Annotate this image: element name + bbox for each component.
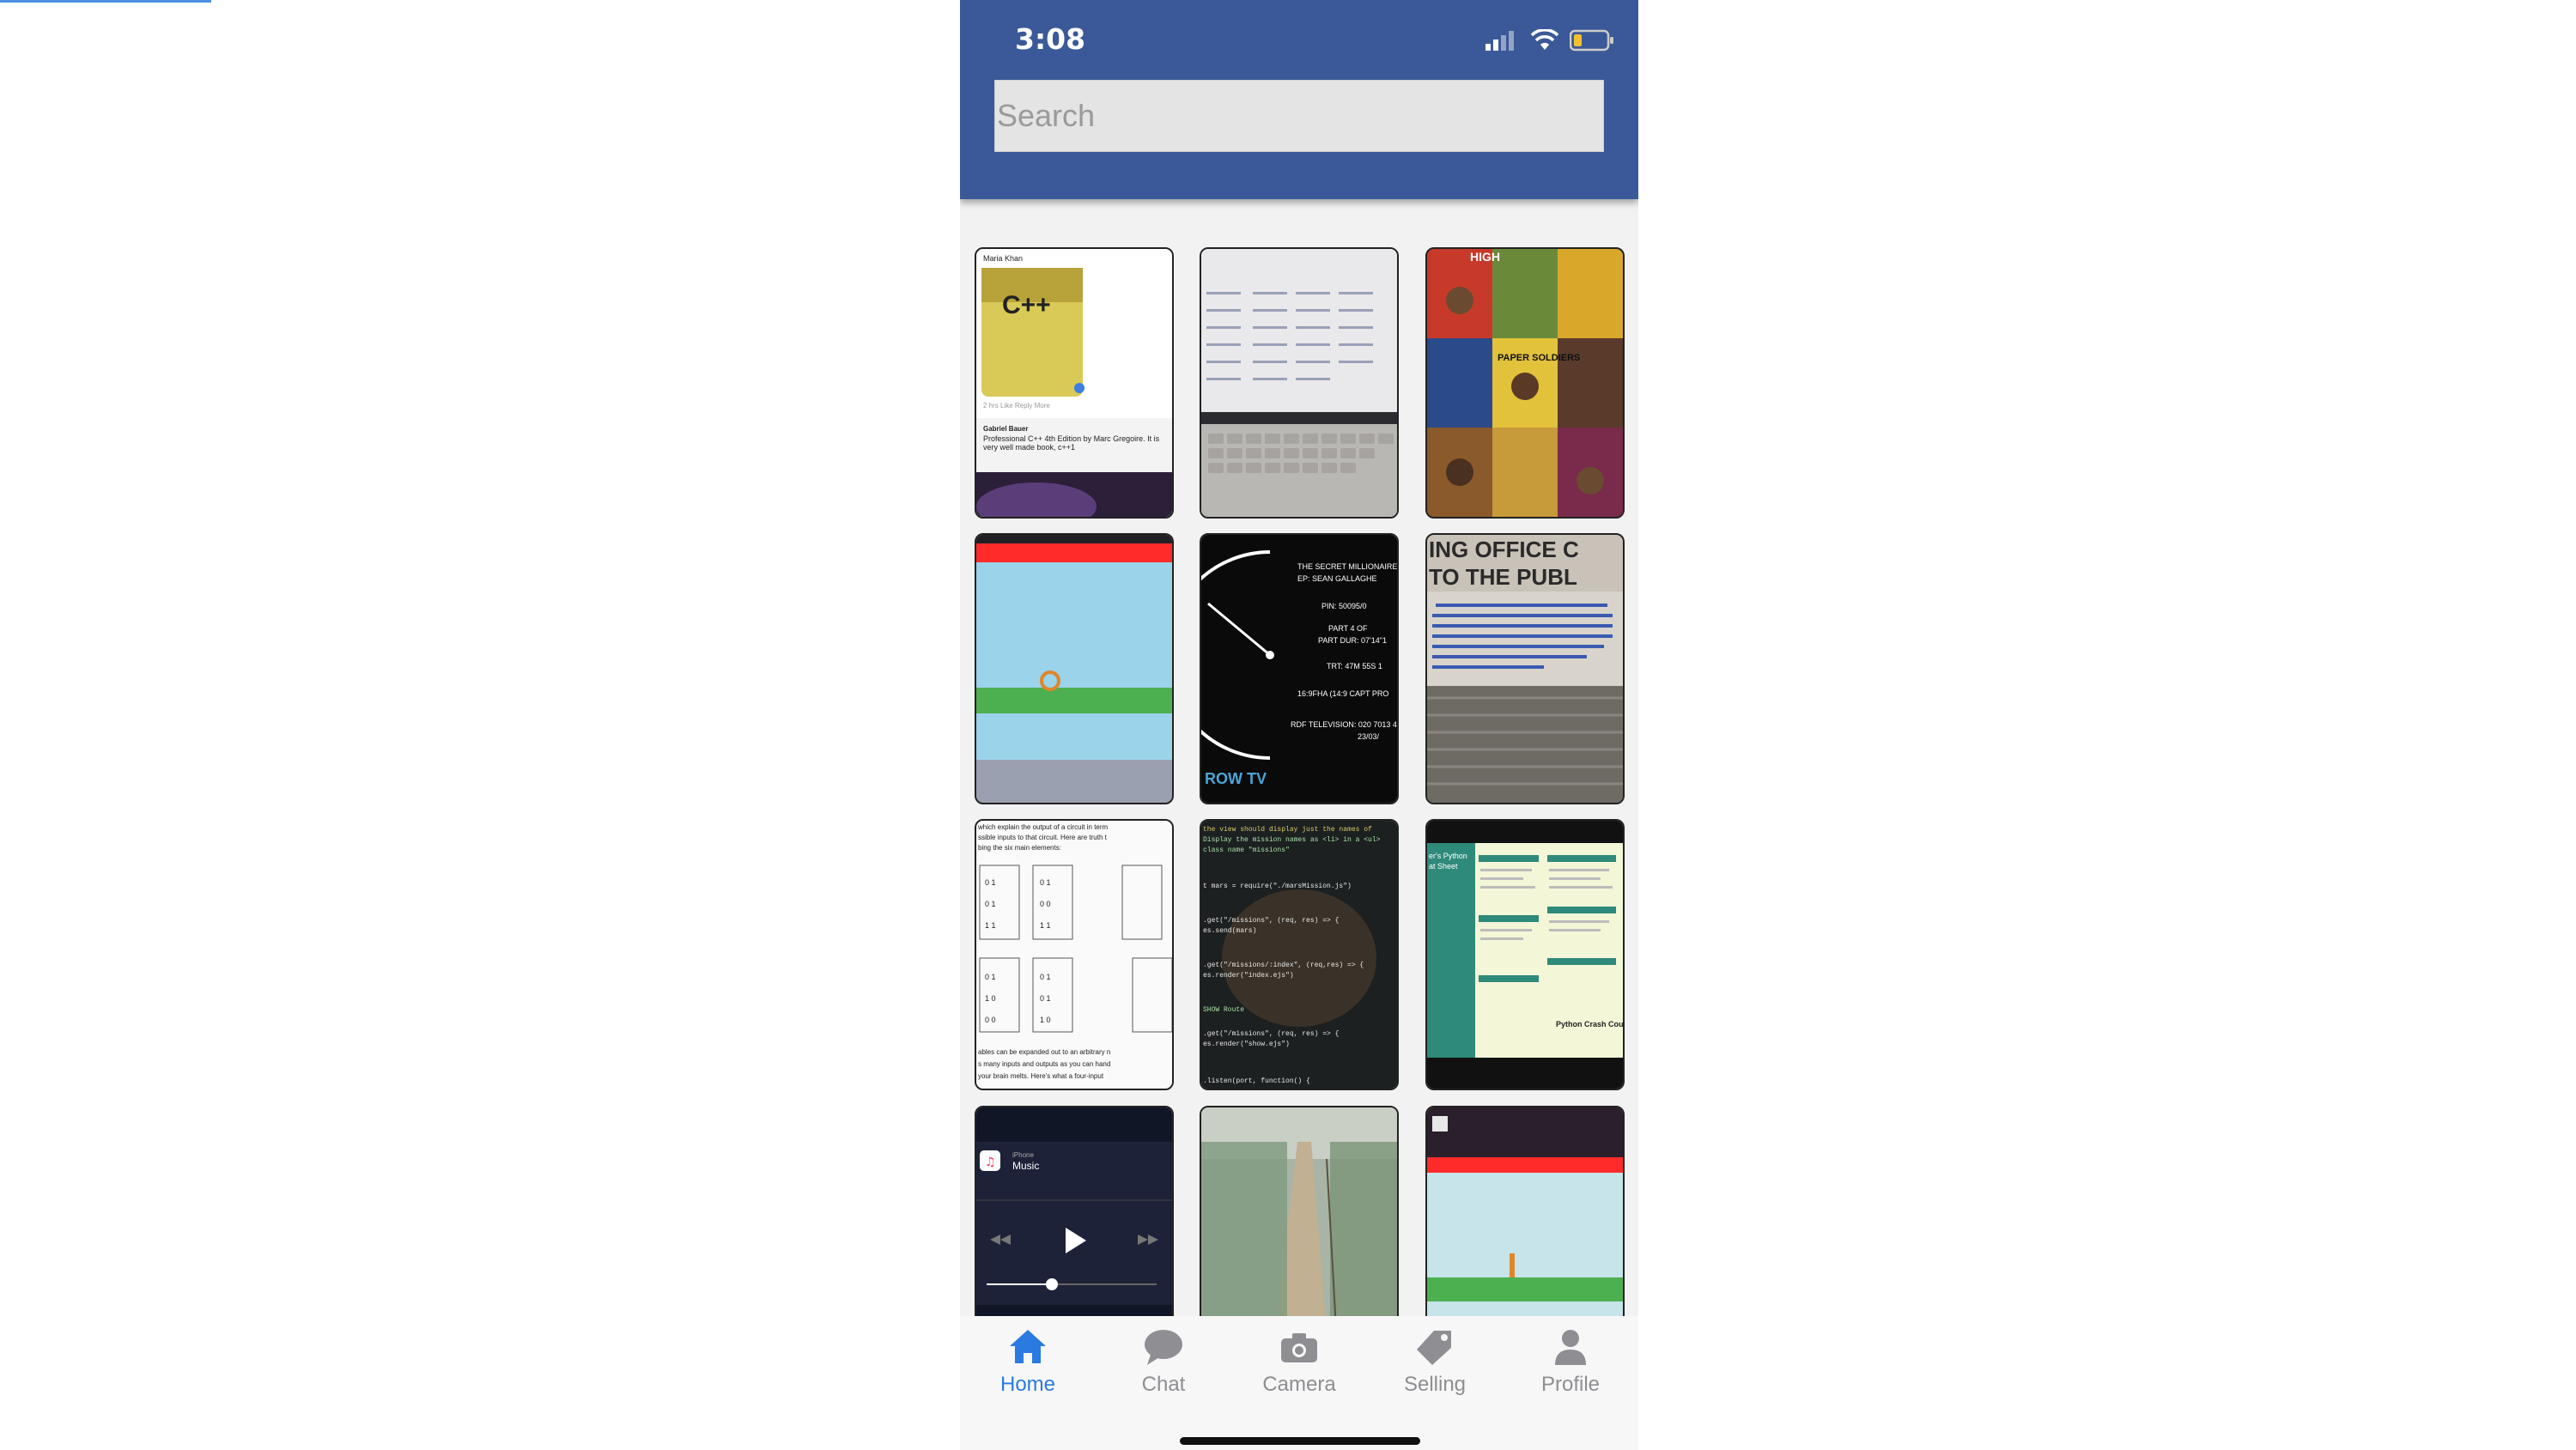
code-line-7: .get("/missions/:index", (req,res) => {: [1203, 962, 1364, 969]
code-line-5: .get("/missions", (req, res) => {: [1203, 917, 1340, 925]
code-line-9: SHOW Route: [1203, 1006, 1244, 1014]
home-indicator[interactable]: [1180, 1437, 1420, 1445]
svg-text:0 1: 0 1: [985, 900, 996, 908]
code-line-11: es.render("show.ejs"): [1203, 1040, 1290, 1048]
code-line-4: t mars = require("./marsMission.js"): [1203, 883, 1352, 890]
svg-text:0 1: 0 1: [1040, 973, 1051, 981]
tab-label: Selling: [1403, 1373, 1467, 1396]
photo-thumbnail[interactable]: [1200, 1106, 1399, 1316]
battery-icon: [1570, 29, 1613, 52]
svg-text:0 1: 0 1: [985, 973, 996, 981]
tables-text-4: ables can be expanded out to an arbitrar…: [978, 1048, 1110, 1056]
photo-thumbnail[interactable]: [1425, 1106, 1625, 1316]
tables-text-3: bing the six main elements:: [978, 844, 1061, 852]
code-line-8: es.render("index.ejs"): [1203, 972, 1294, 980]
svg-text:0 1: 0 1: [1040, 994, 1051, 1003]
comment-author: Gabriel Bauer: [983, 425, 1028, 433]
chat-icon: [1145, 1330, 1182, 1365]
leader-line-7: 16:9FHA (14:9 CAPT PRO: [1297, 689, 1388, 698]
wifi-icon: [1530, 29, 1559, 50]
svg-text:1 0: 1 0: [1040, 1016, 1051, 1024]
camera-icon: [1281, 1333, 1317, 1362]
code-line-2: Display the mission names as <li> in a <…: [1203, 836, 1381, 844]
tab-label: Chat: [1141, 1373, 1186, 1396]
code-line-6: es.send(mars): [1203, 927, 1256, 935]
music-title: Music: [1012, 1160, 1039, 1172]
cellular-signal-icon: [1485, 31, 1514, 51]
tables-text-1: which explain the output of a circuit in…: [977, 823, 1109, 831]
photo-thumbnail[interactable]: er's Python at Sheet Python Crash Cou: [1425, 819, 1625, 1090]
tables-text-2: ssible inputs to that circuit. Here are …: [978, 834, 1108, 841]
svg-text:1 0: 1 0: [985, 994, 996, 1003]
leader-line-3: PIN: 50095/0: [1321, 602, 1367, 610]
code-line-12: .listen(port, function() {: [1203, 1077, 1310, 1085]
svg-text:♫: ♫: [985, 1156, 996, 1169]
search-input[interactable]: [995, 81, 1605, 151]
photo-thumbnail[interactable]: [975, 533, 1174, 804]
tab-label: Home: [999, 1373, 1056, 1396]
svg-text:0 1: 0 1: [985, 878, 996, 887]
tab-selling[interactable]: Selling: [1367, 1325, 1503, 1402]
photo-grid: Maria Khan C++ 2 hrs Like Reply More Gab…: [960, 247, 1638, 1316]
phone-screen: 3:08 Search Maria Khan C++ 2 hrs Like Re…: [960, 0, 1638, 1450]
svg-text:1 1: 1 1: [1040, 921, 1051, 930]
book-title-badge: C++: [1002, 291, 1051, 319]
code-line-1: the view should display just the names o…: [1203, 826, 1372, 834]
leader-line-9: 23/03/: [1358, 732, 1380, 741]
status-time: 3:08: [1015, 22, 1086, 56]
music-source: iPhone: [1012, 1151, 1034, 1159]
status-icons: [1485, 27, 1614, 53]
photo-thumbnail[interactable]: ♫ iPhone Music: [975, 1106, 1174, 1316]
leader-logo: ROW TV: [1205, 770, 1267, 787]
tab-profile[interactable]: Profile: [1503, 1325, 1638, 1402]
leader-line-5: PART DUR: 07'14"1: [1318, 636, 1387, 645]
header-bar: 3:08: [960, 0, 1638, 199]
poster-title: HIGH: [1470, 250, 1500, 264]
photo-thumbnail[interactable]: the view should display just the names o…: [1200, 819, 1399, 1090]
photo-thumbnail[interactable]: ING OFFICE C TO THE PUBL: [1425, 533, 1625, 804]
tab-bar: Home Chat Camera Selling Profile: [960, 1316, 1638, 1450]
photo-thumbnail[interactable]: Maria Khan C++ 2 hrs Like Reply More Gab…: [975, 247, 1174, 519]
comment-name: Maria Khan: [983, 254, 1023, 263]
notice-line-1: ING OFFICE C: [1429, 537, 1579, 562]
leader-line-2: EP: SEAN GALLAGHE: [1297, 574, 1377, 583]
tables-text-5: s many inputs and outputs as you can han…: [978, 1060, 1110, 1068]
comment-text: Professional C++ 4th Edition by Marc Gre…: [983, 434, 1160, 452]
svg-text:0 0: 0 0: [1040, 900, 1051, 908]
tab-chat[interactable]: Chat: [1096, 1325, 1231, 1402]
photo-thumbnail[interactable]: [1200, 247, 1399, 519]
comment-meta: 2 hrs Like Reply More: [983, 402, 1050, 410]
svg-text:0 1: 0 1: [1040, 878, 1051, 887]
svg-text:0 0: 0 0: [985, 1016, 996, 1024]
tab-home[interactable]: Home: [960, 1325, 1096, 1402]
tag-icon: [1417, 1331, 1451, 1365]
svg-text:1 1: 1 1: [985, 921, 996, 930]
home-icon: [1010, 1330, 1046, 1363]
tables-text-6: your brain melts. Here's what a four-inp…: [978, 1072, 1104, 1080]
notice-line-2: TO THE PUBL: [1429, 564, 1577, 590]
code-line-3: class name "missions": [1203, 846, 1290, 854]
search-bar[interactable]: [994, 80, 1605, 152]
photo-thumbnail[interactable]: HIGH PAPER SOLDIERS: [1425, 247, 1625, 519]
profile-icon: [1555, 1330, 1586, 1365]
leader-line-4: PART 4 OF: [1328, 624, 1368, 633]
cheat-title: er's Python: [1429, 852, 1467, 860]
photo-thumbnail[interactable]: which explain the output of a circuit in…: [975, 819, 1174, 1090]
code-line-10: .get("/missions", (req, res) => {: [1203, 1030, 1340, 1038]
leader-line-1: THE SECRET MILLIONAIRE: [1297, 562, 1397, 571]
leader-line-8: RDF TELEVISION: 020 7013 40: [1291, 720, 1397, 729]
photo-thumbnail[interactable]: THE SECRET MILLIONAIRE EP: SEAN GALLAGHE…: [1200, 533, 1399, 804]
cheat-subtitle: at Sheet: [1429, 862, 1458, 871]
tab-camera[interactable]: Camera: [1231, 1325, 1367, 1402]
tab-label: Camera: [1262, 1373, 1336, 1396]
cheat-footer: Python Crash Cou: [1556, 1020, 1623, 1028]
top-left-accent-line: [0, 0, 211, 3]
leader-line-6: TRT: 47M 55S 1: [1327, 662, 1382, 670]
tab-label: Profile: [1540, 1373, 1601, 1396]
poster-title-2: PAPER SOLDIERS: [1498, 353, 1580, 363]
